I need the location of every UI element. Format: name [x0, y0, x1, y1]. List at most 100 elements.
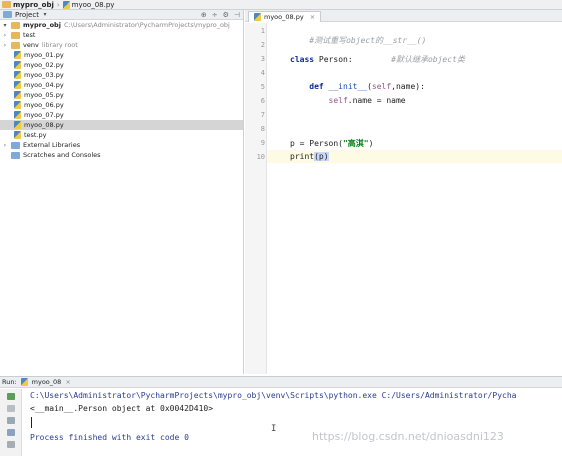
chevron-right-icon[interactable]: ›: [2, 142, 8, 149]
line-number: 6: [260, 97, 265, 105]
collapse-icon[interactable]: ÷: [212, 11, 218, 19]
python-file-icon: [14, 51, 21, 59]
run-config-tab[interactable]: myoo_08: [32, 378, 62, 386]
tree-file-selected[interactable]: myoo_08.py: [0, 120, 243, 130]
close-icon[interactable]: ×: [310, 13, 315, 21]
line-number: 1: [260, 27, 265, 35]
console-command: C:\Users\Administrator\PycharmProjects\m…: [30, 391, 517, 400]
breadcrumb-file-label: myoo_08.py: [71, 0, 115, 9]
tree-file-label: myoo_01.py: [24, 51, 64, 59]
tree-file[interactable]: myoo_02.py: [0, 60, 243, 70]
code-line-10: print(p): [290, 152, 329, 161]
close-icon[interactable]: ×: [65, 378, 70, 386]
stop-icon[interactable]: [7, 405, 15, 412]
tree-root-path: C:\Users\Administrator\PycharmProjects\m…: [63, 21, 230, 29]
line-number: 3: [260, 55, 265, 63]
tree-external-libraries[interactable]: › External Libraries: [0, 140, 243, 150]
self-keyword: self: [371, 82, 392, 91]
run-label: Run:: [2, 378, 17, 386]
tree-file-label: myoo_04.py: [24, 81, 64, 89]
line-number: 5: [260, 83, 265, 91]
tree-root[interactable]: ▾ mypro_obj C:\Users\Administrator\Pycha…: [0, 20, 243, 30]
folder-icon: [11, 21, 20, 29]
tree-scratches[interactable]: Scratches and Consoles: [0, 150, 243, 160]
tree-folder-note: library root: [41, 41, 78, 49]
tree-file-label: myoo_06.py: [24, 101, 64, 109]
project-icon: [3, 11, 12, 18]
tree-file[interactable]: myoo_01.py: [0, 50, 243, 60]
tree-file[interactable]: myoo_06.py: [0, 100, 243, 110]
python-file-icon: [14, 81, 21, 89]
python-file-icon: [14, 121, 21, 129]
project-panel: Project ▾ ⊕ ÷ ⚙ ⊣ ▾ mypro_obj C:\Users\A…: [0, 10, 244, 374]
params: ,name):: [391, 82, 425, 91]
chevron-down-icon[interactable]: ▾: [42, 11, 48, 18]
keyword: def: [309, 82, 324, 91]
python-file-icon: [14, 71, 21, 79]
comment: #测试重写object的__str__(): [309, 36, 427, 45]
hide-icon[interactable]: ⊣: [234, 11, 240, 19]
class-name: Person:: [318, 55, 353, 64]
breadcrumb-project-label: mypro_obj: [13, 0, 54, 9]
python-file-icon: [14, 91, 21, 99]
breadcrumb-file[interactable]: myoo_08.py: [62, 0, 115, 9]
line-number: 2: [260, 41, 265, 49]
chevron-right-icon[interactable]: ›: [2, 42, 8, 49]
run-panel-header: Run: myoo_08 ×: [0, 376, 562, 388]
python-file-icon: [62, 0, 70, 9]
text-cursor: [31, 417, 32, 428]
pause-icon[interactable]: [7, 417, 15, 424]
comment: #默认继承object类: [391, 55, 465, 64]
assignment: .name = name: [347, 96, 406, 105]
tree-file-label: myoo_02.py: [24, 61, 64, 69]
tree-folder-venv[interactable]: › venv library root: [0, 40, 243, 50]
tree-file-label: test.py: [24, 131, 47, 139]
line-number: 10: [256, 153, 265, 161]
scratches-icon: [11, 151, 20, 159]
breadcrumb: mypro_obj › myoo_08.py: [0, 0, 562, 10]
python-file-icon: [14, 111, 21, 119]
code-line-5: def __init__(self,name):: [290, 82, 425, 91]
code-line-9: p = Person("高淇"): [290, 138, 373, 149]
print-icon[interactable]: [7, 441, 15, 448]
folder-icon: [11, 31, 20, 39]
editor-gutter: 1 2 3 4 5 6 7 8 9 10: [245, 23, 267, 374]
tree-file[interactable]: myoo_04.py: [0, 80, 243, 90]
tree-file[interactable]: myoo_07.py: [0, 110, 243, 120]
keyword: class: [290, 55, 315, 64]
tree-file[interactable]: myoo_03.py: [0, 70, 243, 80]
tree-file[interactable]: test.py: [0, 130, 243, 140]
scroll-to-end-icon[interactable]: [7, 429, 15, 436]
tree-file[interactable]: myoo_05.py: [0, 90, 243, 100]
gear-icon[interactable]: ⚙: [223, 11, 229, 19]
tree-file-label: myoo_03.py: [24, 71, 64, 79]
argument: (p): [314, 152, 329, 161]
function-name: __init__: [328, 82, 368, 91]
editor-tab-bar: myoo_08.py ×: [245, 10, 562, 22]
project-panel-title[interactable]: Project: [15, 11, 39, 19]
library-icon: [11, 141, 20, 149]
folder-icon: [2, 1, 11, 8]
tree-file-label: myoo_07.py: [24, 111, 64, 119]
breadcrumb-project[interactable]: mypro_obj: [2, 1, 54, 9]
console-output[interactable]: C:\Users\Administrator\PycharmProjects\m…: [23, 389, 562, 456]
globe-icon[interactable]: ⊕: [201, 11, 207, 19]
paren: ): [368, 139, 374, 148]
editor-tab[interactable]: myoo_08.py ×: [248, 11, 322, 22]
builtin: print: [290, 152, 315, 161]
rerun-icon[interactable]: [7, 393, 15, 400]
tree-folder-label: test: [23, 31, 36, 39]
tree-scratches-label: Scratches and Consoles: [23, 151, 101, 159]
code-editor[interactable]: #测试重写object的__str__() class Person: #默认继…: [286, 23, 562, 374]
python-file-icon: [254, 13, 261, 21]
line-number: 4: [260, 69, 265, 77]
chevron-right-icon[interactable]: ›: [2, 32, 8, 39]
code-line-1: #测试重写object的__str__(): [290, 26, 426, 55]
tree-folder-test[interactable]: › test: [0, 30, 243, 40]
statement: p = Person(: [290, 139, 343, 148]
project-panel-header: Project ▾ ⊕ ÷ ⚙ ⊣: [0, 10, 243, 20]
code-line-3: class Person: #默认继承object类: [290, 54, 465, 65]
python-file-icon: [14, 61, 21, 69]
line-number: 9: [260, 139, 265, 147]
chevron-down-icon[interactable]: ▾: [2, 22, 8, 29]
